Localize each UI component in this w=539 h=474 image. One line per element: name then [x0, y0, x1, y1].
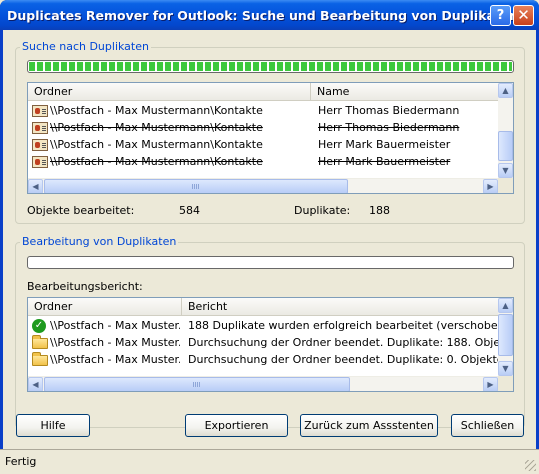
- table-row[interactable]: \\Postfach - Max Mustermann\Kontakte Her…: [28, 120, 498, 137]
- row-name: Herr Thomas Biedermann: [318, 121, 460, 134]
- table-row[interactable]: ✓ \\Postfach - Max Muster... 188 Duplika…: [28, 318, 498, 335]
- scroll-up-button[interactable]: ▲: [498, 83, 513, 98]
- success-check-icon: ✓: [32, 319, 46, 333]
- row-folder: \\Postfach - Max Muster...: [50, 336, 180, 349]
- scroll-down-button[interactable]: ▼: [498, 361, 513, 376]
- contact-card-icon: [32, 156, 48, 168]
- status-bar: Fertig: [0, 449, 539, 474]
- table-row[interactable]: \\Postfach - Max Mustermann\Kontakte Her…: [28, 137, 498, 154]
- back-to-wizard-button[interactable]: Zurück zum Assstenten: [300, 414, 438, 437]
- export-button[interactable]: Exportieren: [185, 414, 288, 437]
- row-report: 188 Duplikate wurden erfolgreich bearbei…: [188, 319, 498, 332]
- dialog-client-area: Suche nach Duplikaten Ordner Name \\Post…: [3, 30, 536, 471]
- row-folder: \\Postfach - Max Muster...: [50, 353, 180, 366]
- duplicates-vertical-scrollbar[interactable]: ▲ ▼: [498, 83, 513, 178]
- processing-progress-bar: [27, 256, 514, 269]
- status-text: Fertig: [5, 455, 37, 468]
- row-name: Herr Mark Bauermeister: [318, 138, 451, 151]
- dialog-window: Duplicates Remover for Outlook: Suche un…: [0, 0, 539, 474]
- row-folder: \\Postfach - Max Muster...: [50, 319, 180, 332]
- scroll-right-button[interactable]: ▶: [483, 179, 498, 193]
- table-row[interactable]: \\Postfach - Max Mustermann\Kontakte Her…: [28, 154, 498, 171]
- resize-grip-icon[interactable]: [525, 460, 536, 471]
- vertical-scroll-thumb[interactable]: [498, 131, 513, 161]
- scroll-left-button[interactable]: ◀: [28, 179, 43, 193]
- title-bar[interactable]: Duplicates Remover for Outlook: Suche un…: [0, 0, 539, 30]
- row-folder: \\Postfach - Max Mustermann\Kontakte: [50, 155, 263, 168]
- processed-value: 584: [179, 204, 200, 217]
- scrollbar-corner: [498, 376, 513, 391]
- search-group: Suche nach Duplikaten Ordner Name \\Post…: [15, 40, 525, 224]
- report-list-header: Ordner Bericht: [28, 298, 498, 316]
- search-progress-fill: [29, 62, 512, 71]
- report-vertical-scrollbar[interactable]: ▲ ▼: [498, 298, 513, 376]
- duplicates-list-header: Ordner Name: [28, 83, 498, 101]
- table-row[interactable]: \\Postfach - Max Muster... Durchsuchung …: [28, 352, 498, 369]
- help-title-button[interactable]: ?: [490, 5, 511, 26]
- scroll-right-button[interactable]: ▶: [483, 377, 498, 391]
- folder-icon: [32, 352, 48, 366]
- column-header-bericht[interactable]: Bericht: [182, 298, 498, 316]
- column-header-name[interactable]: Name: [311, 83, 498, 101]
- contact-card-icon: [32, 122, 48, 134]
- processing-group-legend: Bearbeitung von Duplikaten: [20, 235, 179, 248]
- contact-card-icon: [32, 139, 48, 151]
- row-folder: \\Postfach - Max Mustermann\Kontakte: [50, 121, 263, 134]
- duplicates-horizontal-scrollbar[interactable]: ◀ ▶: [28, 178, 498, 193]
- column-header-ordner[interactable]: Ordner: [28, 83, 311, 101]
- row-name: Herr Thomas Biedermann: [318, 104, 460, 117]
- search-progress-bar: [27, 60, 514, 73]
- scroll-down-button[interactable]: ▼: [498, 163, 513, 178]
- table-row[interactable]: \\Postfach - Max Mustermann\Kontakte Her…: [28, 103, 498, 120]
- processed-label: Objekte bearbeitet:: [27, 204, 135, 217]
- scrollbar-corner: [498, 178, 513, 193]
- row-folder: \\Postfach - Max Mustermann\Kontakte: [50, 104, 263, 117]
- row-folder: \\Postfach - Max Mustermann\Kontakte: [50, 138, 263, 151]
- row-name: Herr Mark Bauermeister: [318, 155, 451, 168]
- processing-group: Bearbeitung von Duplikaten Bearbeitungsb…: [15, 235, 525, 428]
- table-row[interactable]: \\Postfach - Max Muster... Durchsuchung …: [28, 335, 498, 352]
- contact-card-icon: [32, 105, 48, 117]
- window-title: Duplicates Remover for Outlook: Suche un…: [7, 8, 533, 23]
- report-list[interactable]: Ordner Bericht ✓ \\Postfach - Max Muster…: [27, 297, 514, 392]
- help-button[interactable]: Hilfe: [16, 414, 90, 437]
- horizontal-scroll-thumb[interactable]: [44, 377, 350, 391]
- scroll-left-button[interactable]: ◀: [28, 377, 43, 391]
- vertical-scroll-thumb[interactable]: [498, 314, 513, 356]
- report-horizontal-scrollbar[interactable]: ◀ ▶: [28, 376, 498, 391]
- duplicates-label: Duplikate:: [294, 204, 351, 217]
- horizontal-scroll-thumb[interactable]: [44, 179, 348, 193]
- folder-icon: [32, 335, 48, 349]
- search-group-legend: Suche nach Duplikaten: [20, 40, 151, 53]
- report-label: Bearbeitungsbericht:: [27, 280, 143, 293]
- row-report: Durchsuchung der Ordner beendet. Duplika…: [188, 353, 498, 366]
- duplicates-list[interactable]: Ordner Name \\Postfach - Max Mustermann\…: [27, 82, 514, 194]
- row-report: Durchsuchung der Ordner beendet. Duplika…: [188, 336, 498, 349]
- close-title-button[interactable]: ✕: [513, 5, 534, 26]
- scroll-up-button[interactable]: ▲: [498, 298, 513, 313]
- close-button[interactable]: Schließen: [451, 414, 524, 437]
- column-header-ordner[interactable]: Ordner: [28, 298, 182, 316]
- duplicates-value: 188: [369, 204, 390, 217]
